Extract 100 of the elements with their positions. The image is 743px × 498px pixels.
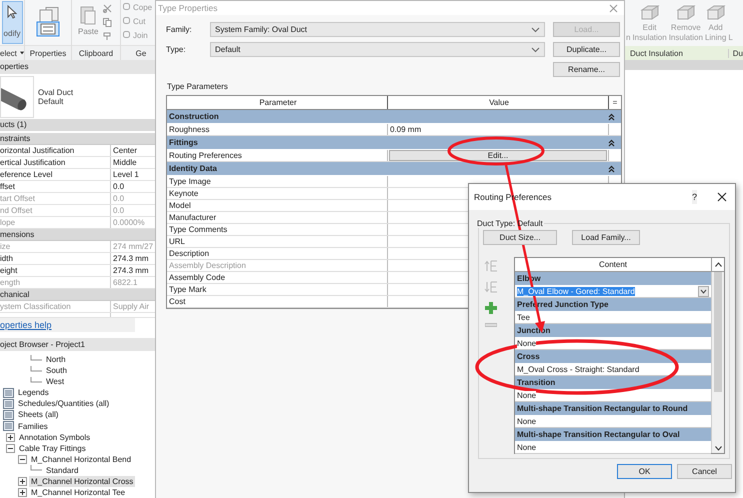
- copy-icon[interactable]: [103, 18, 112, 27]
- property-label: ystem Classification: [0, 301, 111, 312]
- collapse-icon[interactable]: [18, 454, 27, 464]
- group-header[interactable]: Identity Data: [169, 164, 218, 173]
- property-label: lope: [0, 217, 111, 228]
- parameter-cell: Type Image: [167, 176, 388, 187]
- value-cell[interactable]: None: [517, 338, 536, 348]
- value-cell[interactable]: Tee: [517, 312, 530, 322]
- modify-button[interactable]: odify: [2, 1, 22, 44]
- scissors-icon[interactable]: [103, 4, 112, 13]
- collapse-icon[interactable]: [6, 444, 15, 453]
- property-value[interactable]: 274.3 mm: [111, 253, 155, 264]
- load-family-button[interactable]: Load Family...: [572, 230, 640, 245]
- parameter-cell: Routing Preferences: [167, 150, 388, 161]
- property-label: ength: [0, 277, 111, 288]
- property-label: ize: [0, 241, 111, 252]
- rename-button[interactable]: Rename...: [553, 62, 620, 77]
- dropdown-icon[interactable]: [698, 286, 709, 296]
- property-label: ertical Justification: [0, 157, 111, 168]
- value-cell[interactable]: M_Oval Cross - Straight: Standard: [517, 364, 640, 374]
- column-header[interactable]: Value: [388, 96, 609, 109]
- panel-title: oject Browser - Project1: [0, 338, 155, 352]
- group-header: Transition: [515, 376, 711, 389]
- properties-icon: [36, 7, 60, 37]
- section-label: Type Parameters: [167, 82, 229, 91]
- duplicate-button[interactable]: Duplicate...: [553, 42, 620, 57]
- value-cell[interactable]: 0.09 mm: [388, 124, 609, 135]
- collapse-icon[interactable]: [608, 138, 615, 146]
- panel-label: Ge: [136, 48, 146, 58]
- add-icon[interactable]: [485, 302, 497, 314]
- value-cell[interactable]: None: [517, 390, 536, 400]
- group-header[interactable]: Construction: [169, 112, 219, 121]
- group-header[interactable]: Fittings: [169, 138, 198, 147]
- scrollbar-thumb[interactable]: [714, 272, 722, 392]
- parameter-cell: Cost: [167, 296, 388, 307]
- property-value[interactable]: 274.3 mm: [111, 265, 155, 276]
- brush-icon[interactable]: [103, 32, 112, 41]
- duct-size-button[interactable]: Duct Size...: [483, 230, 557, 245]
- group-header[interactable]: chanical: [0, 289, 155, 302]
- property-value[interactable]: Level 1: [111, 169, 155, 180]
- tree-item[interactable]: Standard: [44, 464, 80, 476]
- value-cell[interactable]: None: [517, 416, 536, 426]
- property-label: nd Offset: [0, 205, 111, 216]
- group-header[interactable]: mensions: [0, 229, 155, 242]
- group-header[interactable]: nstraints: [0, 133, 155, 146]
- type-name: Default: [38, 96, 64, 106]
- expand-icon[interactable]: [6, 432, 15, 442]
- window-title: Type Properties: [158, 3, 218, 13]
- help-button[interactable]: ?: [692, 190, 697, 204]
- close-icon[interactable]: [717, 192, 727, 202]
- scroll-down-icon[interactable]: [714, 446, 722, 451]
- document-icon: [3, 421, 14, 432]
- instance-selector[interactable]: ucts (1): [0, 119, 155, 132]
- document-icon: [3, 388, 14, 398]
- document-icon: [3, 398, 14, 409]
- property-value[interactable]: Center: [111, 145, 155, 156]
- property-value[interactable]: Middle: [111, 157, 155, 168]
- cursor-icon: [7, 5, 17, 19]
- dialog-button[interactable]: Cancel: [677, 464, 732, 479]
- column-header[interactable]: Parameter: [167, 96, 388, 109]
- duct-icon: [676, 5, 696, 21]
- tree-item[interactable]: Families: [16, 420, 50, 432]
- tree-item[interactable]: M_Channel Horizontal Tee: [29, 486, 128, 498]
- field-label: Family:: [166, 25, 193, 34]
- tree-item[interactable]: Legends: [16, 387, 51, 398]
- property-label: eight: [0, 265, 111, 276]
- expand-icon[interactable]: [18, 488, 27, 497]
- panel-label: Clipboard: [78, 48, 114, 58]
- tree-item[interactable]: South: [44, 365, 69, 376]
- scrollbar[interactable]: [712, 272, 724, 453]
- edit-button[interactable]: Edit...: [389, 150, 607, 161]
- collapse-icon[interactable]: [608, 164, 615, 172]
- property-value[interactable]: 0.0: [111, 181, 155, 192]
- expand-icon[interactable]: [18, 476, 27, 486]
- tree-item[interactable]: West: [44, 376, 66, 388]
- tree-item[interactable]: Annotation Symbols: [17, 432, 92, 443]
- property-label: tart Offset: [0, 193, 111, 204]
- collapse-icon[interactable]: [608, 112, 615, 120]
- tree-item[interactable]: M_Channel Horizontal Bend: [29, 454, 134, 465]
- parameter-cell: Roughness: [167, 124, 388, 135]
- duct-icon: [706, 5, 726, 21]
- tree-item[interactable]: Cable Tray Fittings: [17, 442, 88, 454]
- value-cell[interactable]: None: [517, 442, 536, 452]
- tree-item[interactable]: Schedules/Quantities (all): [16, 398, 112, 410]
- type-dropdown[interactable]: Default: [210, 42, 545, 57]
- group-header: Multi-shape Transition Rectangular to Round: [515, 402, 711, 415]
- sort-button[interactable]: =: [609, 96, 621, 109]
- tree-item[interactable]: Sheets (all): [16, 409, 60, 420]
- tree-item[interactable]: North: [44, 354, 68, 366]
- panel-title: operties: [0, 60, 155, 74]
- column-header[interactable]: Content: [515, 258, 712, 271]
- value-cell[interactable]: M_Oval Elbow - Gored: Standard: [517, 286, 635, 296]
- tree-item[interactable]: M_Channel Horizontal Cross: [29, 476, 136, 487]
- panel-label: Du: [732, 48, 743, 58]
- property-label: idth: [0, 253, 111, 264]
- parameter-cell: Keynote: [167, 188, 388, 199]
- family-dropdown[interactable]: System Family: Oval Duct: [210, 22, 545, 37]
- caret-icon[interactable]: [20, 51, 24, 56]
- property-label: orizontal Justification: [0, 145, 111, 156]
- dialog-button[interactable]: OK: [617, 464, 672, 479]
